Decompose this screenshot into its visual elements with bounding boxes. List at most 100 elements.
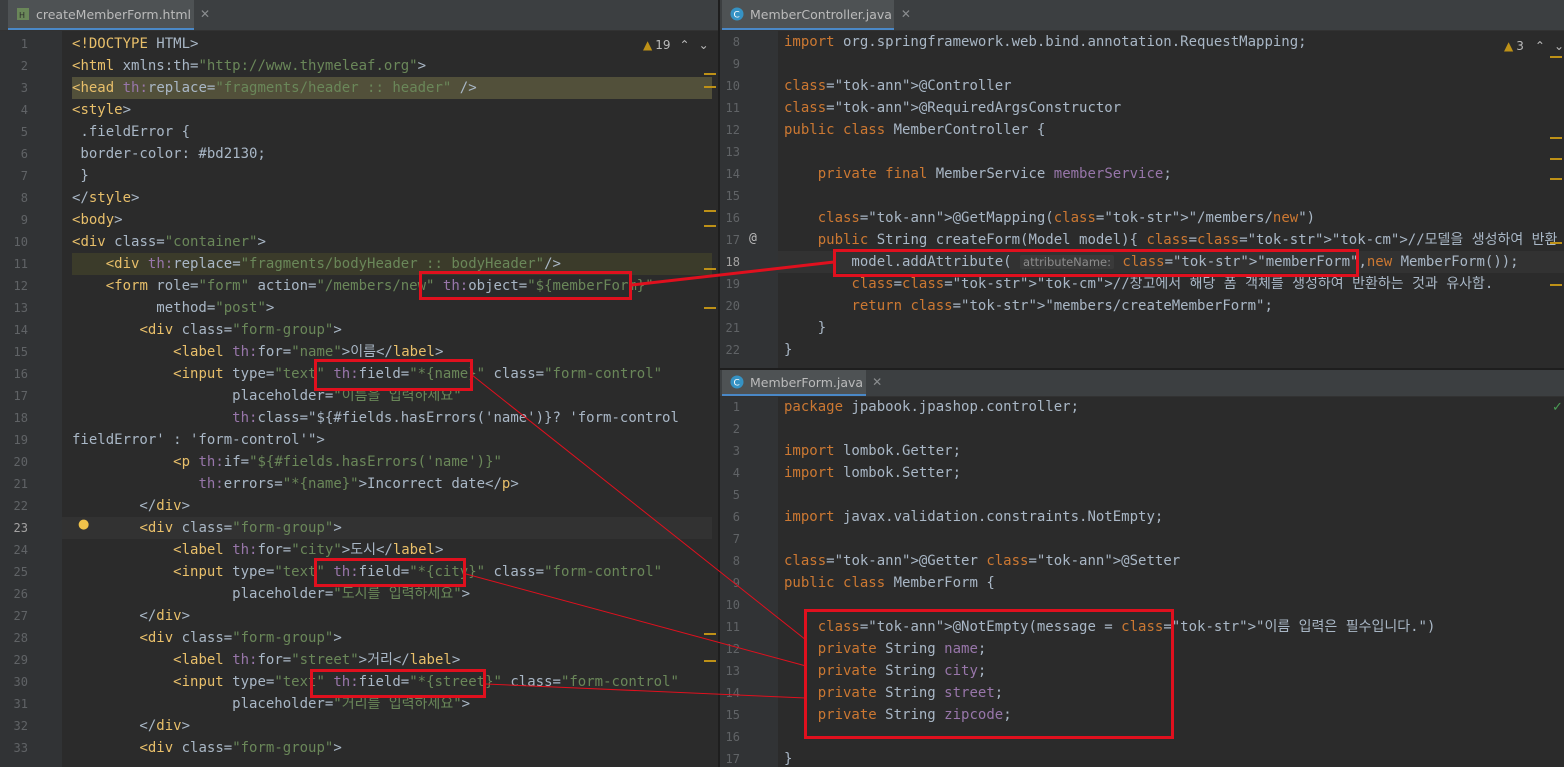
bulb-icon[interactable]: ● — [78, 517, 89, 532]
line-number: 8 — [20, 191, 28, 205]
code-line[interactable]: <div class="form-group"> — [72, 627, 712, 649]
chevron-down-icon[interactable]: ⌄ — [1554, 39, 1564, 53]
line-number: 22 — [725, 343, 740, 357]
code-line[interactable]: th:errors="*{name}">Incorrect date</p> — [72, 473, 712, 495]
code-line[interactable]: <div class="form-group"> — [72, 737, 712, 759]
code-line[interactable]: package jpabook.jpashop.controller; — [784, 396, 1554, 418]
tab-membercontroller-java[interactable]: C MemberController.java ✕ — [722, 0, 911, 30]
line-number: 11 — [725, 620, 740, 634]
line-number: 10 — [725, 598, 740, 612]
line-number: 12 — [13, 279, 28, 293]
code-line[interactable]: border-color: #bd2130; — [72, 143, 712, 165]
code-line[interactable]: </div> — [72, 495, 712, 517]
code-line[interactable] — [784, 528, 1554, 550]
code-line[interactable] — [784, 53, 1554, 75]
code-line[interactable]: <div class="form-group"> — [72, 517, 712, 539]
code-line[interactable]: fieldError' : 'form-control'"> — [72, 429, 712, 451]
code-line[interactable]: class="tok-ann">@RequiredArgsConstructor — [784, 97, 1554, 119]
code-line[interactable] — [784, 141, 1554, 163]
chevron-up-icon[interactable]: ⌃ — [1535, 39, 1545, 53]
code-line[interactable]: <html xmlns:th="http://www.thymeleaf.org… — [72, 55, 712, 77]
code-line[interactable]: </div> — [72, 715, 712, 737]
tab-memberform-java[interactable]: C MemberForm.java ✕ — [722, 370, 882, 396]
code-line[interactable]: public class MemberForm { — [784, 572, 1554, 594]
code-line[interactable]: import javax.validation.constraints.NotE… — [784, 506, 1554, 528]
java-class-icon: C — [730, 7, 744, 21]
line-number: 3 — [732, 444, 740, 458]
line-number: 21 — [725, 321, 740, 335]
warning-indicator[interactable]: ▲ 3 ⌃ ⌄ — [1504, 39, 1564, 53]
line-number: 21 — [13, 477, 28, 491]
code-line[interactable]: } — [784, 748, 1554, 767]
chevron-down-icon[interactable]: ⌄ — [699, 38, 709, 52]
code-line[interactable] — [784, 185, 1554, 207]
code-line[interactable]: } — [784, 317, 1554, 339]
line-number: 14 — [725, 167, 740, 181]
chevron-up-icon[interactable]: ⌃ — [680, 38, 690, 52]
code-line[interactable]: <head th:replace="fragments/header :: he… — [72, 77, 712, 99]
warning-indicator[interactable]: ▲ 19 ⌃ ⌄ — [643, 38, 709, 52]
line-number: 23 — [13, 521, 28, 535]
code-line[interactable]: class="tok-ann">@Controller — [784, 75, 1554, 97]
left-tab-bar: H createMemberForm.html ✕ — [0, 0, 718, 31]
close-tab-icon[interactable]: ✕ — [872, 375, 882, 389]
line-number: 5 — [20, 125, 28, 139]
code-line[interactable] — [784, 484, 1554, 506]
line-number: 28 — [13, 631, 28, 645]
line-number: 19 — [725, 277, 740, 291]
line-number: 11 — [13, 257, 28, 271]
code-line[interactable]: </style> — [72, 187, 712, 209]
code-line[interactable]: <style> — [72, 99, 712, 121]
line-number: 8 — [732, 554, 740, 568]
method-at-icon[interactable]: @ — [749, 231, 757, 246]
code-line[interactable]: class="tok-ann">@GetMapping(class="tok-s… — [784, 207, 1554, 229]
code-line[interactable]: public String createForm(Model model){ c… — [784, 229, 1558, 251]
line-number: 20 — [725, 299, 740, 313]
line-number: 1 — [732, 400, 740, 414]
check-icon: ✓ — [1552, 400, 1563, 415]
html-file-icon: H — [16, 7, 30, 21]
right-top-code-area[interactable]: import org.springframework.web.bind.anno… — [784, 31, 1558, 361]
code-line[interactable]: class="tok-ann">@Getter class="tok-ann">… — [784, 550, 1554, 572]
code-line[interactable]: import lombok.Getter; — [784, 440, 1554, 462]
svg-text:C: C — [734, 11, 740, 21]
line-number: 14 — [725, 686, 740, 700]
code-line[interactable]: <div class="form-group"> — [72, 319, 712, 341]
code-line[interactable]: <p th:if="${#fields.hasErrors('name')}" — [72, 451, 712, 473]
line-number: 2 — [20, 59, 28, 73]
code-line[interactable]: <label th:for="street">거리</label> — [72, 649, 712, 671]
line-number: 25 — [13, 565, 28, 579]
code-line[interactable]: </div> — [72, 605, 712, 627]
code-line[interactable]: method="post"> — [72, 297, 712, 319]
line-number: 26 — [13, 587, 28, 601]
code-line[interactable]: <body> — [72, 209, 712, 231]
tab-createmember-html[interactable]: H createMemberForm.html ✕ — [8, 0, 210, 30]
line-number: 20 — [13, 455, 28, 469]
code-line[interactable]: private final MemberService memberServic… — [784, 163, 1554, 185]
line-number: 13 — [13, 301, 28, 315]
code-line[interactable]: public class MemberController { — [784, 119, 1554, 141]
line-number: 17 — [725, 752, 740, 766]
left-code-area[interactable]: <!DOCTYPE HTML> <html xmlns:th="http://ww… — [72, 33, 712, 759]
code-line[interactable] — [784, 418, 1554, 440]
annotation-box-field-city — [314, 558, 466, 587]
code-line[interactable]: .fieldError { — [72, 121, 712, 143]
line-number: 6 — [20, 147, 28, 161]
code-line[interactable]: <div class="container"> — [72, 231, 712, 253]
line-number: 22 — [13, 499, 28, 513]
code-line[interactable]: import lombok.Setter; — [784, 462, 1554, 484]
code-line[interactable]: import org.springframework.web.bind.anno… — [784, 31, 1554, 53]
code-line[interactable]: } — [72, 165, 712, 187]
line-number: 2 — [732, 422, 740, 436]
code-line[interactable]: th:class="${#fields.hasErrors('name')}? … — [72, 407, 712, 429]
line-number: 29 — [13, 653, 28, 667]
line-number: 9 — [732, 57, 740, 71]
code-line[interactable]: return class="tok-str">"members/createMe… — [784, 295, 1554, 317]
code-line[interactable]: <!DOCTYPE HTML> — [72, 33, 712, 55]
annotation-box-field-name — [314, 359, 473, 391]
close-tab-icon[interactable]: ✕ — [901, 7, 911, 21]
code-line[interactable]: } — [784, 339, 1554, 361]
line-number: 27 — [13, 609, 28, 623]
line-number: 15 — [725, 708, 740, 722]
close-tab-icon[interactable]: ✕ — [200, 7, 210, 21]
